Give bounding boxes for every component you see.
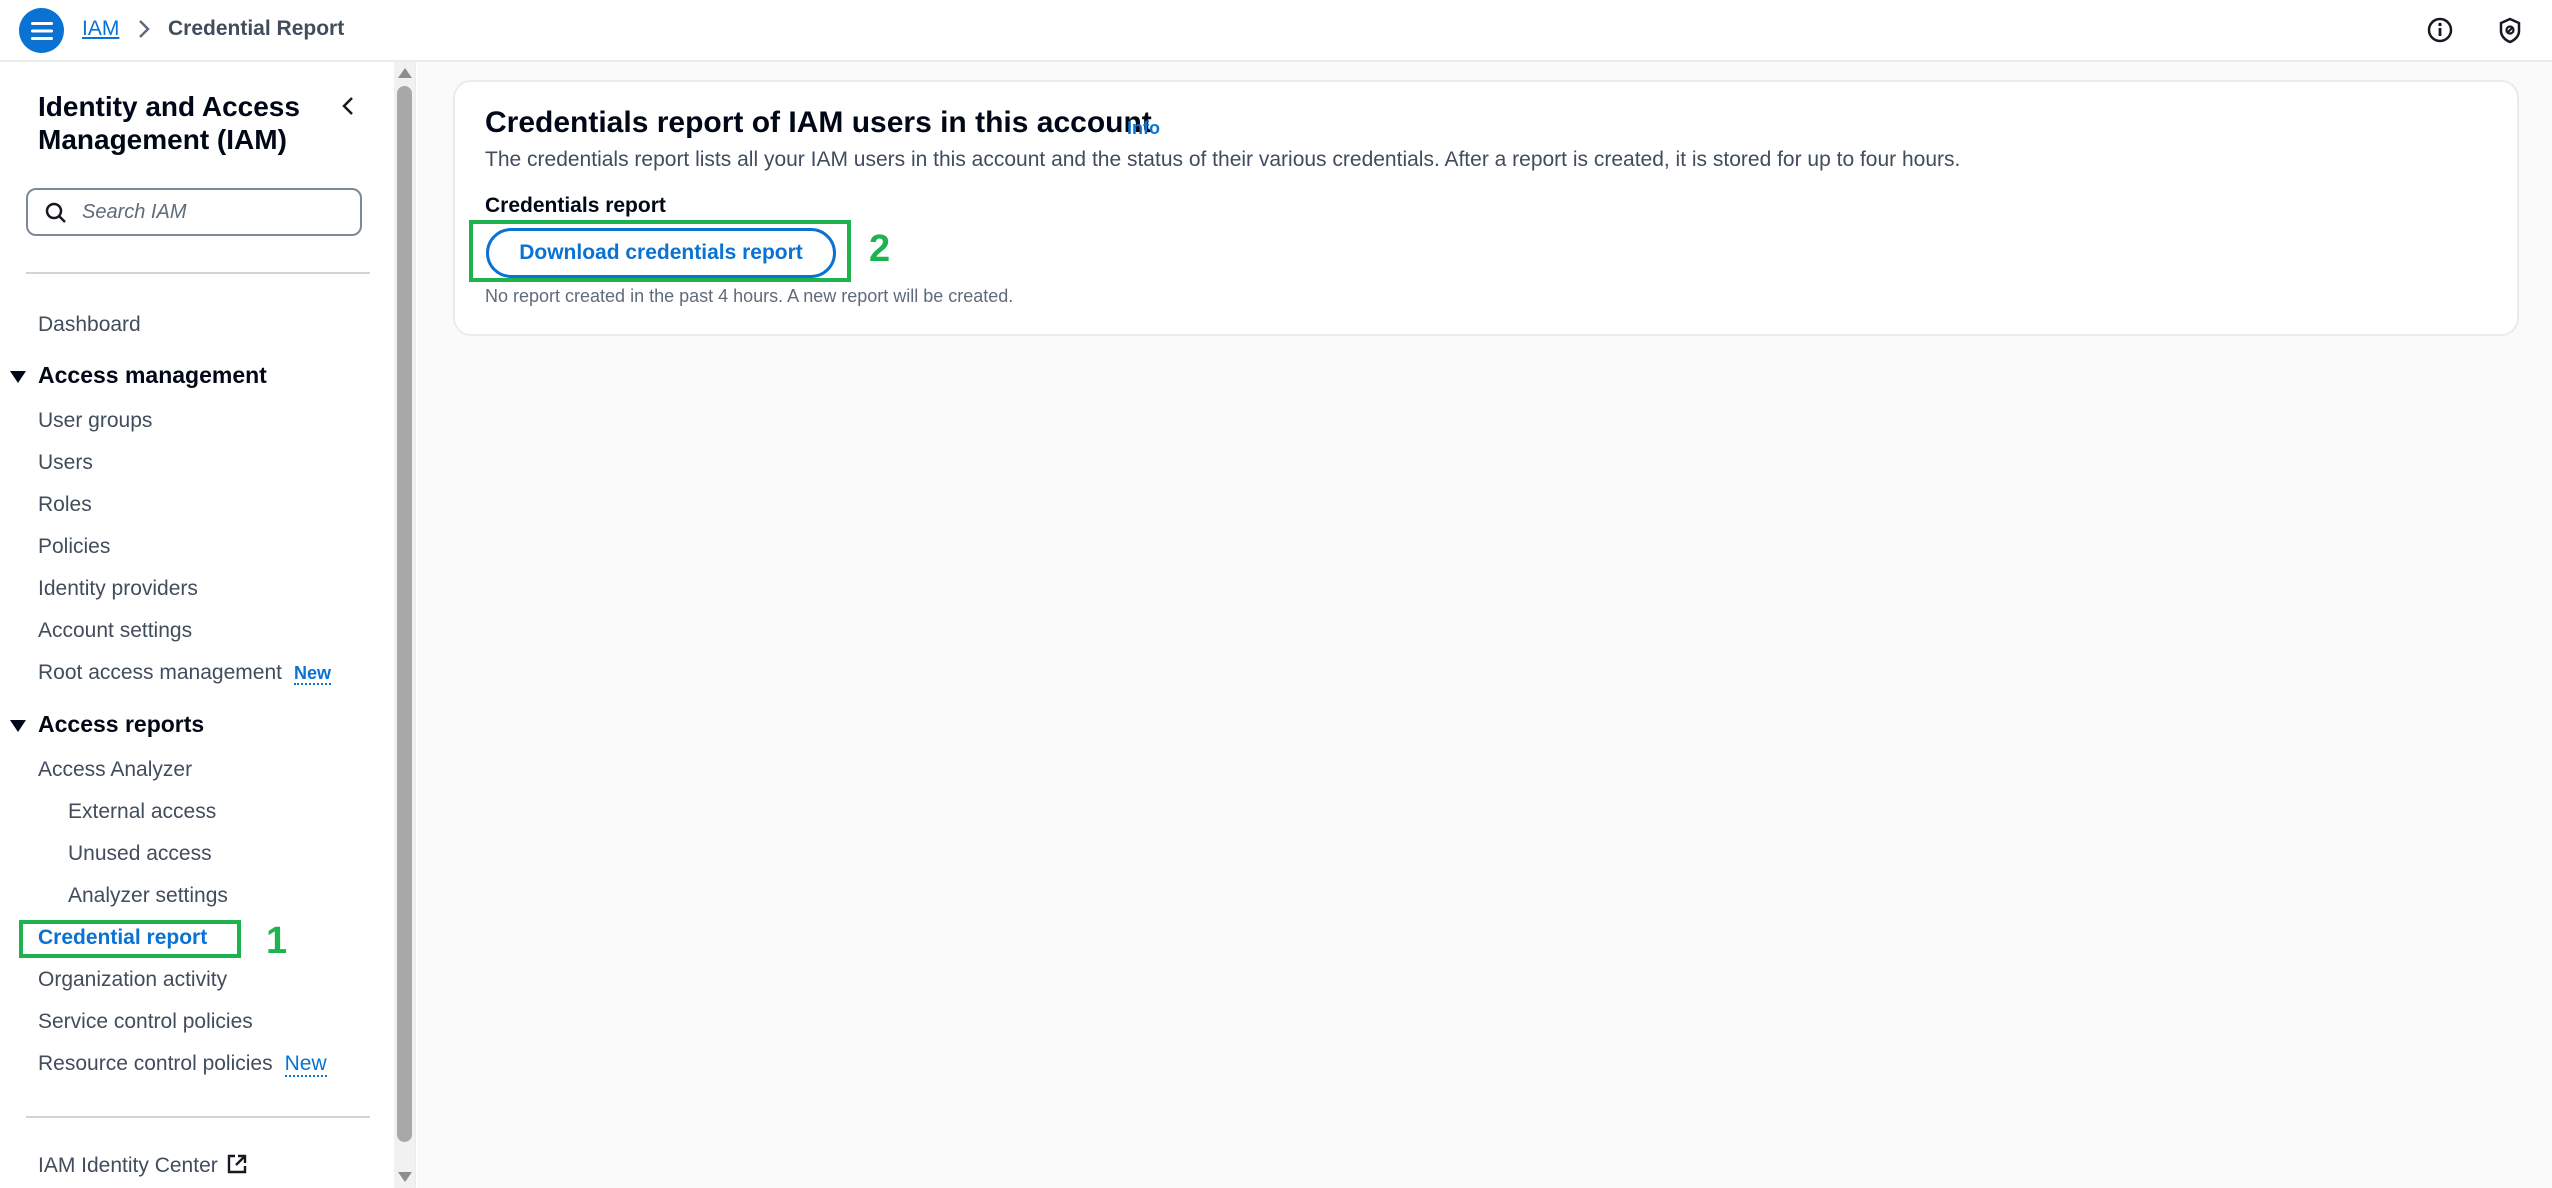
sidebar-item-account-settings[interactable]: Account settings [38, 618, 192, 644]
sidebar-item-service-control-policies[interactable]: Service control policies [38, 1009, 253, 1035]
info-link[interactable]: Info [1127, 118, 1160, 139]
breadcrumb-iam-link[interactable]: IAM [82, 17, 119, 41]
sidebar-item-label: Resource control policies [38, 1052, 273, 1075]
main-content: Credentials report of IAM users in this … [417, 62, 2552, 1188]
new-badge[interactable]: New [284, 1052, 327, 1077]
sidebar-item-iam-identity-center[interactable]: IAM Identity Center [38, 1153, 248, 1179]
section-heading: Access management [38, 362, 267, 388]
annotation-number-1: 1 [266, 920, 288, 962]
sidebar-item-external-access[interactable]: External access [68, 799, 216, 825]
breadcrumb-current-page: Credential Report [168, 17, 345, 40]
sidebar-item-root-access[interactable]: Root access management New [38, 660, 331, 686]
sidebar-scrollbar[interactable] [394, 62, 416, 1188]
caret-down-icon [10, 719, 26, 732]
page-title: Credentials report of IAM users in this … [485, 106, 1152, 139]
sidebar-item-users[interactable]: Users [38, 450, 93, 476]
chevron-right-icon [136, 16, 152, 48]
sidebar-item-organization-activity[interactable]: Organization activity [38, 967, 227, 993]
annotation-number-2: 2 [869, 228, 891, 270]
search-field[interactable] [26, 188, 362, 236]
credentials-report-panel: Credentials report of IAM users in this … [453, 80, 2519, 336]
menu-button[interactable] [19, 8, 64, 53]
section-access-management[interactable]: Access management [10, 362, 267, 389]
side-navigation: Identity and Access Management (IAM) Das… [0, 62, 394, 1188]
security-shield-icon[interactable] [2495, 15, 2525, 45]
divider [26, 272, 370, 274]
chevron-left-icon [342, 97, 353, 115]
sidebar-item-label: Root access management [38, 661, 282, 684]
annotation-box-1 [19, 920, 241, 958]
sidebar-item-roles[interactable]: Roles [38, 492, 92, 518]
scrollbar-thumb[interactable] [397, 86, 412, 1142]
search-input[interactable] [80, 198, 350, 226]
field-label: Credentials report [485, 194, 666, 217]
hamburger-menu-icon [30, 21, 53, 40]
download-credentials-report-button[interactable]: Download credentials report [486, 228, 836, 278]
section-heading: Access reports [38, 711, 205, 737]
sidebar-item-label: IAM Identity Center [38, 1154, 218, 1177]
sidebar-item-resource-control-policies[interactable]: Resource control policies New [38, 1051, 327, 1077]
sidebar-item-policies[interactable]: Policies [38, 534, 110, 560]
sidebar-item-dashboard[interactable]: Dashboard [38, 312, 141, 338]
search-icon [45, 202, 66, 223]
scroll-up-arrow-icon[interactable] [398, 68, 412, 78]
info-circle-icon[interactable] [2425, 15, 2455, 45]
sidebar-item-unused-access[interactable]: Unused access [68, 841, 212, 867]
sidebar-item-user-groups[interactable]: User groups [38, 408, 152, 434]
collapse-sidebar-button[interactable] [334, 92, 362, 120]
sidebar-item-access-analyzer[interactable]: Access Analyzer [38, 757, 192, 783]
sidebar-item-analyzer-settings[interactable]: Analyzer settings [68, 883, 228, 909]
top-navigation-bar: IAM Credential Report [0, 0, 2552, 62]
new-badge[interactable]: New [293, 663, 331, 685]
caret-down-icon [10, 370, 26, 383]
sidebar-item-identity-providers[interactable]: Identity providers [38, 576, 198, 602]
scroll-down-arrow-icon[interactable] [398, 1172, 412, 1182]
divider [26, 1116, 370, 1118]
section-access-reports[interactable]: Access reports [10, 711, 204, 738]
panel-description: The credentials report lists all your IA… [485, 148, 1961, 171]
service-title[interactable]: Identity and Access Management (IAM) [38, 90, 338, 156]
help-text: No report created in the past 4 hours. A… [485, 286, 1014, 306]
external-link-icon [227, 1154, 246, 1174]
